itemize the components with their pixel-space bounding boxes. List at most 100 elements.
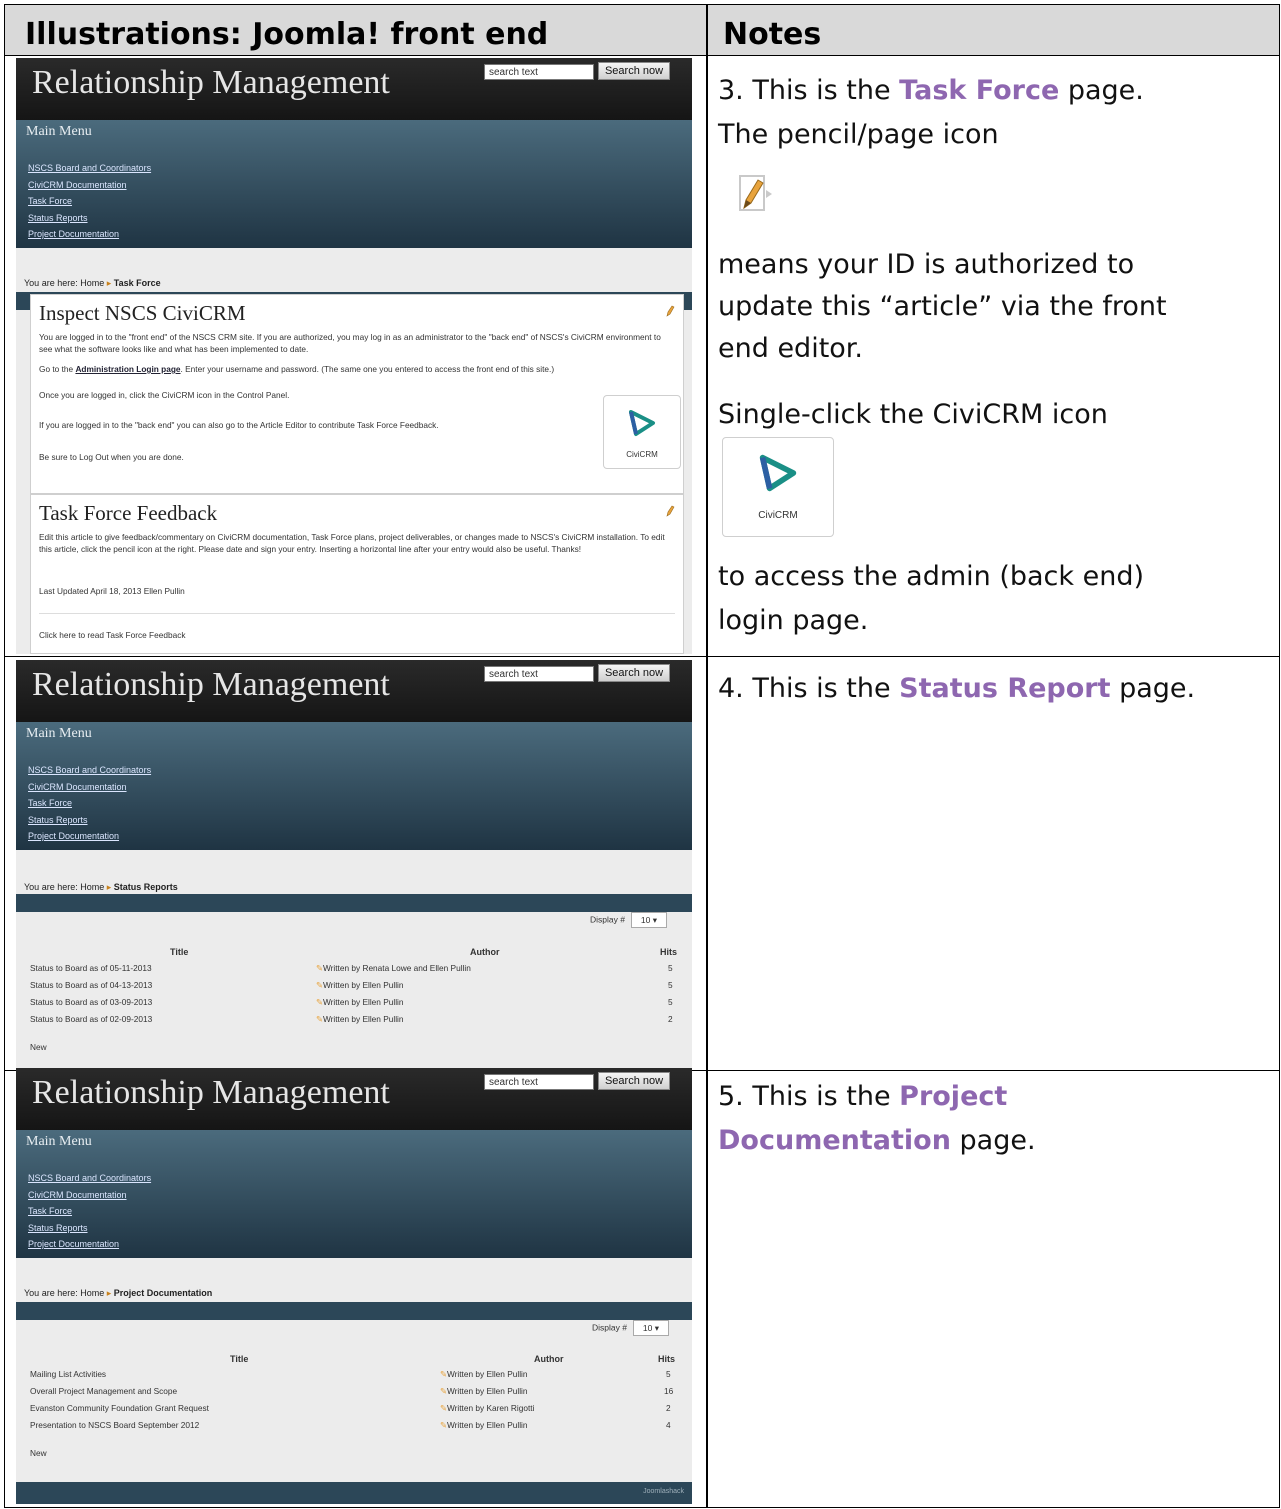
site-footer: Joomlashack xyxy=(16,1482,692,1504)
row-title-link[interactable]: Evanston Community Foundation Grant Requ… xyxy=(30,1403,209,1413)
menu-item-civicrm-docs[interactable]: CiviCRM Documentation xyxy=(28,779,151,796)
feedback-link[interactable]: Click here to read Task Force Feedback xyxy=(39,629,675,641)
breadcrumb-current: Status Reports xyxy=(113,882,178,892)
menu-item-task-force[interactable]: Task Force xyxy=(28,193,151,210)
menu-bottom-bar xyxy=(16,1302,692,1320)
article-paragraph: Once you are logged in, click the CiviCR… xyxy=(39,390,290,400)
menu-item-board[interactable]: NSCS Board and Coordinators xyxy=(28,160,151,177)
site-banner: Relationship Management search text Sear… xyxy=(16,58,692,120)
note-3-line2: The pencil/page icon xyxy=(718,119,999,150)
note-3-line8: login page. xyxy=(718,605,869,636)
new-link[interactable]: New xyxy=(30,1042,47,1052)
menu-item-status-reports[interactable]: Status Reports xyxy=(28,1220,151,1237)
pencil-edit-icon[interactable]: ✎ xyxy=(316,1014,323,1024)
article-paragraph: Go to the Administration Login page. Ent… xyxy=(39,363,675,375)
screenshot-task-force: Relationship Management search text Sear… xyxy=(16,58,692,654)
search-button[interactable]: Search now xyxy=(598,664,670,682)
breadcrumb-arrow-icon: ▸ xyxy=(104,882,114,892)
row-title-link[interactable]: Overall Project Management and Scope xyxy=(30,1386,177,1396)
breadcrumb-home[interactable]: Home xyxy=(80,278,104,288)
menu-item-task-force[interactable]: Task Force xyxy=(28,1203,151,1220)
note-5-line1: 5. This is the Project xyxy=(718,1076,1007,1118)
note-text: 3. This is the xyxy=(718,75,900,106)
header-illustrations: Illustrations: Joomla! front end xyxy=(25,17,549,52)
breadcrumb-home[interactable]: Home xyxy=(80,882,104,892)
display-select[interactable]: 10 ▾ xyxy=(632,1320,669,1336)
col-header-hits[interactable]: Hits xyxy=(658,1354,675,1364)
author-text: Written by Ellen Pullin xyxy=(322,980,404,990)
pencil-edit-icon[interactable]: ✎ xyxy=(440,1403,447,1413)
note-text: page. xyxy=(1059,75,1144,106)
pencil-edit-icon[interactable]: ✎ xyxy=(316,997,323,1007)
new-link[interactable]: New xyxy=(30,1448,47,1458)
note-5-line2: Documentation page. xyxy=(718,1120,1036,1162)
menu-item-board[interactable]: NSCS Board and Coordinators xyxy=(28,1170,151,1187)
grid-line xyxy=(706,4,708,1508)
note-accent: Project xyxy=(899,1081,1008,1112)
pencil-edit-icon[interactable]: ✎ xyxy=(440,1369,447,1379)
pencil-edit-icon[interactable]: ✎ xyxy=(316,980,323,990)
breadcrumb-home[interactable]: Home xyxy=(80,1288,104,1298)
row-title-link[interactable]: Status to Board as of 04-13-2013 xyxy=(30,980,152,990)
menu-title: Main Menu xyxy=(26,726,92,741)
menu-item-civicrm-docs[interactable]: CiviCRM Documentation xyxy=(28,177,151,194)
search-input[interactable]: search text xyxy=(484,64,594,80)
pencil-edit-icon[interactable] xyxy=(665,305,675,317)
menu-item-status-reports[interactable]: Status Reports xyxy=(28,812,151,829)
search-button[interactable]: Search now xyxy=(598,1072,670,1090)
grid-line xyxy=(4,4,5,1508)
author-text: Written by Ellen Pullin xyxy=(446,1369,528,1379)
display-select[interactable]: 10 ▾ xyxy=(630,912,667,928)
display-count: Display # 10 ▾ xyxy=(592,1320,669,1336)
row-author: ✎Written by Ellen Pullin xyxy=(440,1369,528,1379)
header-notes: Notes xyxy=(723,17,822,52)
pencil-edit-icon[interactable]: ✎ xyxy=(440,1386,447,1396)
menu-item-project-docs[interactable]: Project Documentation xyxy=(28,1236,151,1253)
author-text: Written by Ellen Pullin xyxy=(446,1420,528,1430)
author-text: Written by Karen Rigotti xyxy=(446,1403,535,1413)
civicrm-tile[interactable]: CiviCRM xyxy=(722,437,834,537)
note-3-line1: 3. This is the Task Force page. xyxy=(718,70,1144,112)
pencil-edit-icon[interactable]: ✎ xyxy=(316,963,323,973)
author-text: Written by Ellen Pullin xyxy=(322,997,404,1007)
menu-item-board[interactable]: NSCS Board and Coordinators xyxy=(28,762,151,779)
menu-item-project-docs[interactable]: Project Documentation xyxy=(28,226,151,243)
row-title-link[interactable]: Status to Board as of 03-09-2013 xyxy=(30,997,152,1007)
note-accent: Documentation xyxy=(718,1125,951,1156)
row-hits: 5 xyxy=(666,1369,671,1379)
col-header-hits[interactable]: Hits xyxy=(660,947,677,957)
article-title: Task Force Feedback xyxy=(39,501,218,525)
site-title: Relationship Management xyxy=(32,1074,390,1111)
search-button[interactable]: Search now xyxy=(598,62,670,80)
row-title-link[interactable]: Presentation to NSCS Board September 201… xyxy=(30,1420,199,1430)
note-text: page. xyxy=(950,1125,1036,1156)
paragraph-text: . Enter your username and password. (The… xyxy=(180,364,555,374)
menu-links: NSCS Board and Coordinators CiviCRM Docu… xyxy=(28,762,151,845)
footer-mark: Joomlashack xyxy=(643,1488,684,1495)
main-menu: Main Menu NSCS Board and Coordinators Ci… xyxy=(16,120,692,310)
menu-item-status-reports[interactable]: Status Reports xyxy=(28,210,151,227)
screenshot-status-reports: Relationship Management search text Sear… xyxy=(16,660,692,1072)
col-header-author[interactable]: Author xyxy=(534,1354,564,1364)
menu-item-project-docs[interactable]: Project Documentation xyxy=(28,828,151,845)
search-input[interactable]: search text xyxy=(484,666,594,682)
col-header-title[interactable]: Title xyxy=(230,1354,248,1364)
row-title-link[interactable]: Mailing List Activities xyxy=(30,1369,106,1379)
note-accent: Task Force xyxy=(899,75,1060,106)
admin-login-link[interactable]: Administration Login page xyxy=(75,364,180,374)
grid-line xyxy=(1279,4,1280,1508)
row-title-link[interactable]: Status to Board as of 02-09-2013 xyxy=(30,1014,152,1024)
display-label: Display # xyxy=(592,1322,627,1333)
pencil-edit-icon[interactable]: ✎ xyxy=(440,1420,447,1430)
search-input[interactable]: search text xyxy=(484,1074,594,1090)
pencil-edit-icon[interactable] xyxy=(665,505,675,517)
col-header-title[interactable]: Title xyxy=(170,947,188,957)
note-3-line3: means your ID is authorized to xyxy=(718,249,1135,280)
menu-item-task-force[interactable]: Task Force xyxy=(28,795,151,812)
row-title-link[interactable]: Status to Board as of 05-11-2013 xyxy=(30,963,152,973)
menu-item-civicrm-docs[interactable]: CiviCRM Documentation xyxy=(28,1187,151,1204)
col-header-author[interactable]: Author xyxy=(470,947,500,957)
site-title: Relationship Management xyxy=(32,64,390,101)
civicrm-tile[interactable]: CiviCRM xyxy=(603,395,681,469)
civicrm-icon xyxy=(759,454,797,492)
